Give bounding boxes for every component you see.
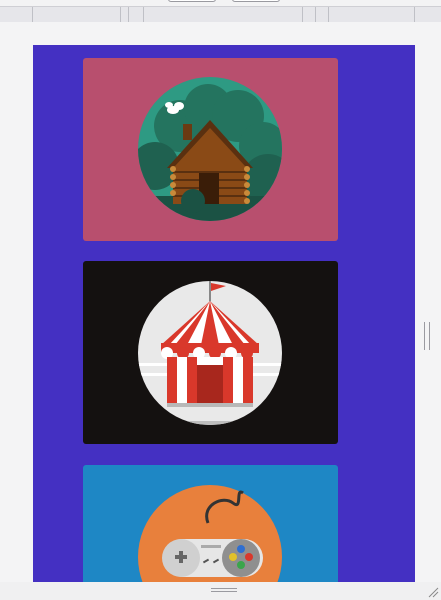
- game-controller-icon: [138, 485, 282, 582]
- log-cabin-card[interactable]: [83, 58, 338, 241]
- toolbar-button-b[interactable]: [232, 0, 280, 2]
- ruler: [0, 6, 441, 23]
- top-toolbar: [0, 0, 441, 23]
- resize-grip-icon[interactable]: [427, 586, 439, 598]
- preview-frame: [0, 22, 441, 600]
- bottom-bar: [0, 582, 441, 600]
- game-controller-card[interactable]: [83, 465, 338, 582]
- toolbar-button-a[interactable]: [168, 0, 216, 2]
- log-cabin-icon: [138, 77, 282, 221]
- circus-tent-icon: [138, 281, 282, 425]
- right-resize-handle[interactable]: [424, 322, 430, 350]
- circus-tent-card[interactable]: [83, 261, 338, 444]
- bottom-resize-handle[interactable]: [211, 588, 237, 592]
- content-area: [33, 45, 415, 582]
